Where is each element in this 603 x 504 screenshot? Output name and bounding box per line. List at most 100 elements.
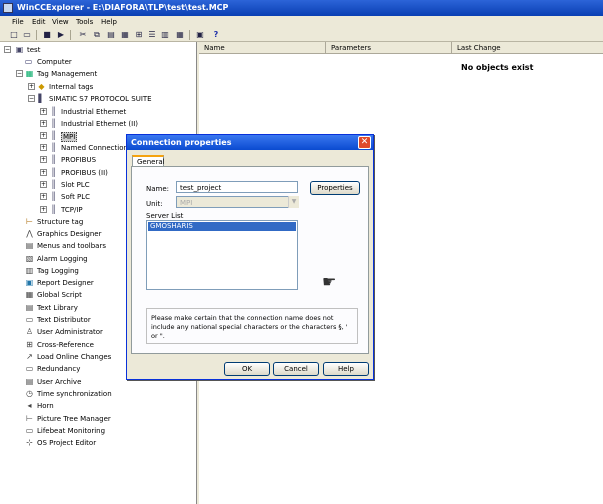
column-header-last-change[interactable]: Last Change — [452, 42, 603, 54]
open-icon[interactable]: ▭ — [22, 30, 32, 40]
unit-label: Unit: — [146, 200, 163, 208]
tree-item-label: OS Project Editor — [37, 439, 97, 447]
tree-item-label: PROFIBUS — [61, 156, 97, 164]
redundancy-icon: ▭ — [25, 364, 34, 373]
tree-item-label: Industrial Ethernet — [61, 108, 127, 116]
tree-item-label: Picture Tree Manager — [37, 415, 111, 423]
tree-item-label: Alarm Logging — [37, 255, 88, 263]
ok-button[interactable]: OK — [224, 362, 270, 376]
tree-item-label: Internal tags — [49, 83, 94, 91]
tree-item-label: Industrial Ethernet (II) — [61, 120, 139, 128]
collapse-icon[interactable]: − — [28, 95, 35, 102]
expand-icon[interactable]: + — [40, 206, 47, 213]
expand-icon[interactable]: + — [40, 108, 47, 115]
collapse-icon[interactable]: − — [16, 70, 23, 77]
channel-icon: ║ — [51, 131, 56, 140]
column-header-parameters[interactable]: Parameters — [326, 42, 452, 54]
expand-icon[interactable]: + — [40, 169, 47, 176]
cut-icon[interactable]: ✂ — [78, 30, 88, 40]
tree-item-label: Text Distributor — [37, 316, 91, 324]
help-button[interactable]: Help — [323, 362, 369, 376]
graphics-designer-icon: ⋀ — [26, 229, 33, 238]
toolbar-separator — [36, 30, 37, 40]
menu-edit[interactable]: Edit — [32, 18, 46, 26]
tree-item-label: Text Library — [37, 304, 78, 312]
expand-icon[interactable]: + — [40, 132, 47, 139]
large-icons-icon[interactable]: ▦ — [120, 30, 130, 40]
tree-item-label: MPI — [61, 132, 78, 142]
expand-icon[interactable]: + — [40, 120, 47, 127]
name-input[interactable]: test_project — [176, 181, 298, 193]
connection-properties-dialog: Connection properties ✕ General Name: te… — [126, 134, 374, 380]
channel-icon: ║ — [51, 107, 56, 116]
load-online-changes-icon: ↗ — [26, 352, 33, 361]
tree-item-label: Computer — [37, 58, 72, 66]
channel-icon: ║ — [51, 205, 56, 214]
tree-item-label: TCP/IP — [61, 206, 83, 214]
expand-icon[interactable]: + — [40, 193, 47, 200]
report-designer-icon: ▣ — [25, 278, 34, 287]
app-icon — [3, 3, 13, 13]
alarm-logging-icon: ▧ — [25, 254, 34, 263]
list-icon[interactable]: ☰ — [147, 30, 157, 40]
internal-tags-icon: ◆ — [38, 82, 45, 91]
cross-reference-icon: ⊞ — [26, 340, 33, 349]
toolbar-separator — [189, 30, 190, 40]
tree-item-label: User Administrator — [37, 328, 103, 336]
properties-icon[interactable]: ▣ — [195, 30, 205, 40]
channel-icon: ║ — [51, 143, 56, 152]
menu-help[interactable]: Help — [101, 18, 117, 26]
text-distributor-icon: ▭ — [25, 315, 34, 324]
activate-icon[interactable]: ▶ — [56, 30, 66, 40]
small-icons-icon[interactable]: ⊞ — [134, 30, 144, 40]
close-icon[interactable]: ✕ — [358, 136, 371, 149]
os-project-editor-icon: ⊹ — [26, 438, 33, 447]
handshake-icon: ☛ — [322, 272, 337, 291]
tree-item-label: Redundancy — [37, 365, 81, 373]
expand-icon[interactable]: + — [40, 156, 47, 163]
tree-item-label: SIMATIC S7 PROTOCOL SUITE — [49, 95, 152, 103]
lifebeat-icon: ▭ — [25, 426, 34, 435]
structure-tag-icon: ⊢ — [26, 217, 33, 226]
global-script-icon: ▦ — [25, 290, 34, 299]
collapse-icon[interactable]: − — [4, 46, 11, 53]
help-icon[interactable]: ? — [211, 30, 221, 40]
properties-button[interactable]: Properties — [310, 181, 360, 195]
tree-item-label: Global Script — [37, 291, 82, 299]
tree-item-label: Graphics Designer — [37, 230, 102, 238]
menu-tools[interactable]: Tools — [76, 18, 93, 26]
menu-view[interactable]: View — [52, 18, 69, 26]
clock-icon: ◷ — [26, 389, 33, 398]
tree-item-label: PROFIBUS (II) — [61, 169, 108, 177]
tag-management-icon: ▦ — [25, 69, 34, 78]
menu-file[interactable]: File — [12, 18, 24, 26]
toolbar: □ ▭ ■ ▶ ✂ ⧉ ▤ ▦ ⊞ ☰ ▥ ▦ ▣ ? — [0, 28, 603, 42]
picture-tree-icon: ⊢ — [26, 414, 33, 423]
stop-icon[interactable]: ■ — [42, 30, 52, 40]
tree-item-label: User Archive — [37, 378, 82, 386]
user-archive-icon: ▤ — [25, 377, 34, 386]
tree-item-label: Tag Management — [37, 70, 98, 78]
unit-select: MPI — [176, 196, 299, 208]
computer-icon: ▭ — [24, 57, 33, 66]
column-header-name[interactable]: Name — [199, 42, 326, 54]
expand-icon[interactable]: + — [28, 83, 35, 90]
details-view-icon[interactable]: ▦ — [175, 30, 185, 40]
paste-icon[interactable]: ▤ — [106, 30, 116, 40]
copy-icon[interactable]: ⧉ — [92, 30, 102, 40]
expand-icon[interactable]: + — [40, 181, 47, 188]
title-bar: WinCCExplorer - E:\DIAFORA\TLP\test\test… — [0, 0, 603, 16]
horn-icon: ◂ — [27, 401, 32, 410]
expand-icon[interactable]: + — [40, 144, 47, 151]
cancel-button[interactable]: Cancel — [273, 362, 319, 376]
tree-item-label: Cross-Reference — [37, 341, 94, 349]
window-title: WinCCExplorer - E:\DIAFORA\TLP\test\test… — [17, 3, 229, 12]
server-list[interactable]: GMOSHARIS — [146, 220, 298, 290]
tag-logging-icon: ▥ — [25, 266, 34, 275]
tree-item-label: Menus and toolbars — [37, 242, 106, 250]
new-icon[interactable]: □ — [9, 30, 19, 40]
channel-icon: ║ — [51, 119, 56, 128]
details-icon[interactable]: ▥ — [160, 30, 170, 40]
list-item[interactable]: GMOSHARIS — [148, 222, 296, 231]
chevron-down-icon: ▼ — [288, 196, 299, 208]
